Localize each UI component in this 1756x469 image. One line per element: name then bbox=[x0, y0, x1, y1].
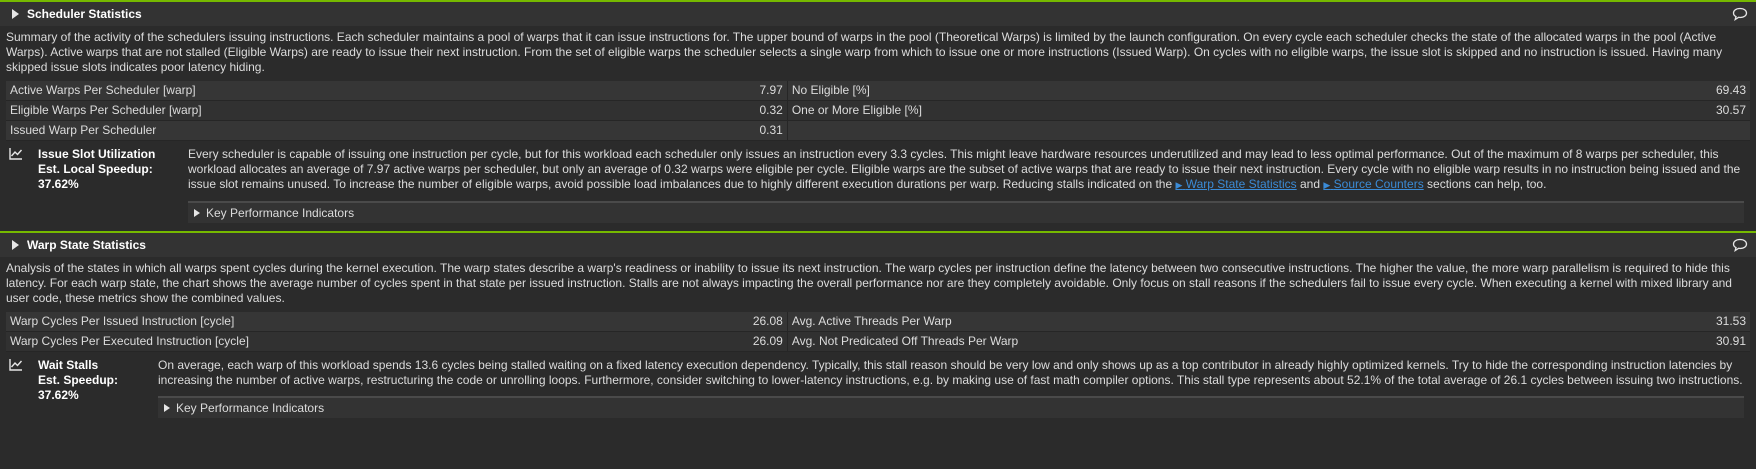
rule-name: Issue Slot Utilization bbox=[38, 147, 156, 161]
metrics-table: Warp Cycles Per Issued Instruction [cycl… bbox=[6, 312, 1750, 352]
metric-label: One or More Eligible [%] bbox=[791, 103, 922, 117]
comment-icon[interactable] bbox=[1732, 7, 1748, 21]
key-performance-indicators-toggle[interactable]: Key Performance Indicators bbox=[158, 396, 1744, 418]
section-title: Warp State Statistics bbox=[27, 237, 146, 252]
comment-icon[interactable] bbox=[1732, 238, 1748, 252]
metric-value: 0.32 bbox=[759, 103, 783, 117]
source-counters-link[interactable]: ▶ Source Counters bbox=[1323, 177, 1423, 191]
section-title: Scheduler Statistics bbox=[27, 6, 142, 21]
rule-text: On average, each warp of this workload s… bbox=[158, 358, 1750, 424]
line-chart-icon bbox=[9, 148, 23, 160]
rule-issue-slot-utilization: Issue Slot Utilization Est. Local Speedu… bbox=[0, 141, 1756, 231]
expand-triangle-icon[interactable] bbox=[194, 209, 200, 217]
metric-value: 30.57 bbox=[1715, 103, 1746, 117]
line-chart-icon bbox=[9, 359, 23, 371]
metric-value: 31.53 bbox=[1715, 314, 1746, 328]
metrics-table: Active Warps Per Scheduler [warp] 7.97 N… bbox=[6, 81, 1750, 141]
kpi-label[interactable]: Key Performance Indicators bbox=[206, 206, 354, 221]
rule-wait-stalls: Wait Stalls Est. Speedup: 37.62% On aver… bbox=[0, 352, 1756, 426]
warp-state-statistics-link[interactable]: ▶ Warp State Statistics bbox=[1175, 177, 1296, 191]
rule-text: Every scheduler is capable of issuing on… bbox=[188, 147, 1750, 229]
expand-triangle-icon[interactable] bbox=[12, 240, 19, 250]
section-description: Summary of the activity of the scheduler… bbox=[6, 30, 1723, 74]
metric-label: Warp Cycles Per Issued Instruction [cycl… bbox=[10, 314, 235, 328]
metric-value: 26.08 bbox=[752, 314, 783, 328]
section-description: Analysis of the states in which all warp… bbox=[6, 261, 1732, 305]
key-performance-indicators-toggle[interactable]: Key Performance Indicators bbox=[188, 201, 1744, 223]
table-row: Issued Warp Per Scheduler 0.31 bbox=[6, 120, 1750, 141]
metric-value: 0.31 bbox=[759, 123, 783, 137]
rule-speedup: Est. Local Speedup: 37.62% bbox=[38, 162, 153, 191]
kpi-label[interactable]: Key Performance Indicators bbox=[176, 401, 324, 416]
metric-value: 69.43 bbox=[1715, 83, 1746, 97]
table-row: Eligible Warps Per Scheduler [warp] 0.32… bbox=[6, 100, 1750, 121]
expand-triangle-icon[interactable] bbox=[12, 9, 19, 19]
section-header-scheduler[interactable]: Scheduler Statistics bbox=[0, 2, 1756, 26]
metric-label: Avg. Not Predicated Off Threads Per Warp bbox=[791, 334, 1019, 348]
metric-label: No Eligible [%] bbox=[791, 83, 870, 97]
metric-value: 7.97 bbox=[759, 83, 783, 97]
metric-label: Issued Warp Per Scheduler bbox=[10, 123, 157, 137]
section-header-warp-state[interactable]: Warp State Statistics bbox=[0, 233, 1756, 257]
table-row: Active Warps Per Scheduler [warp] 7.97 N… bbox=[6, 81, 1750, 101]
metric-value: 30.91 bbox=[1715, 334, 1746, 348]
metric-value: 26.09 bbox=[752, 334, 783, 348]
table-row: Warp Cycles Per Executed Instruction [cy… bbox=[6, 331, 1750, 352]
expand-triangle-icon[interactable] bbox=[164, 404, 170, 412]
metric-label: Eligible Warps Per Scheduler [warp] bbox=[10, 103, 202, 117]
rule-speedup: Est. Speedup: 37.62% bbox=[38, 373, 119, 402]
rule-name: Wait Stalls bbox=[38, 358, 99, 372]
metric-label: Warp Cycles Per Executed Instruction [cy… bbox=[10, 334, 249, 348]
metric-label: Avg. Active Threads Per Warp bbox=[791, 314, 952, 328]
table-row: Warp Cycles Per Issued Instruction [cycl… bbox=[6, 312, 1750, 332]
metric-label: Active Warps Per Scheduler [warp] bbox=[10, 83, 196, 97]
